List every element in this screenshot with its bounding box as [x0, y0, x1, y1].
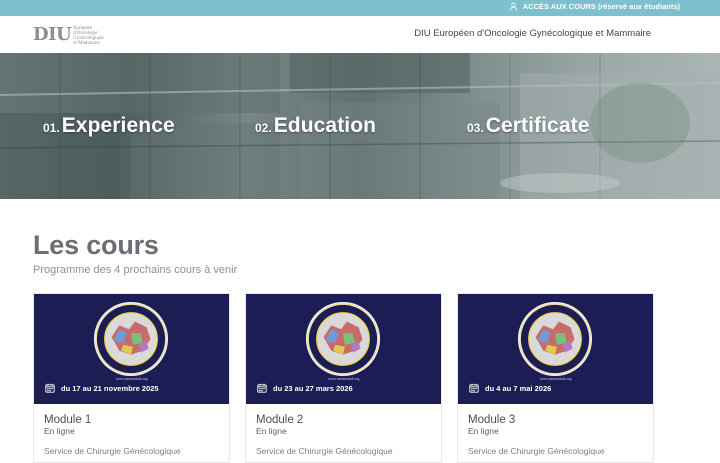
university-seal-icon: [517, 301, 593, 377]
module-mode: En ligne: [44, 426, 75, 436]
course-access-link[interactable]: ACCÈS AUX COURS (réservé aux étudiants): [509, 2, 680, 11]
course-card-image: www.mausonud.org du 4 au 7 mai 2026: [458, 294, 653, 404]
seal-url: www.mausonud.org: [115, 376, 148, 381]
site-header: DIU Européen d'Oncologie Gynécologique e…: [0, 16, 720, 53]
university-seal-icon: [93, 301, 169, 377]
courses-title: Les cours: [33, 230, 159, 260]
logo-line: et Mammaire: [73, 41, 101, 46]
calendar-icon: [257, 383, 267, 393]
module-service: Service de Chirurgie Génécologique: [468, 446, 605, 456]
module-mode: En ligne: [468, 426, 499, 436]
user-icon: [509, 2, 518, 11]
hero-banner: 01.Experience 02.Education 03.Certificat…: [0, 53, 720, 199]
top-access-bar: ACCÈS AUX COURS (réservé aux étudiants): [0, 0, 720, 16]
courses-subtitle: Programme des 4 prochains cours à venir: [33, 264, 238, 276]
course-date: du 4 au 7 mai 2026: [485, 383, 552, 393]
hero-item-education: 02.Education: [255, 114, 376, 138]
nav-home-link[interactable]: DIU Européen d'Oncologie Gynécologique e…: [414, 28, 651, 39]
hero-item-label: Certificate: [485, 114, 590, 137]
hero-item-certificate: 03.Certificate: [467, 114, 590, 138]
course-date-row: du 4 au 7 mai 2026: [469, 383, 551, 393]
module-mode: En ligne: [256, 426, 287, 436]
module-title[interactable]: Module 3: [468, 414, 605, 426]
course-card-image: www.mausonud.org du 23 au 27 mars 2026: [246, 294, 441, 404]
module-title[interactable]: Module 1: [44, 414, 181, 426]
course-access-label: ACCÈS AUX COURS (réservé aux étudiants): [522, 2, 680, 11]
course-date: du 17 au 21 novembre 2025: [61, 383, 159, 393]
hero-item-label: Education: [273, 114, 377, 137]
course-card-module-3[interactable]: www.mausonud.org du 4 au 7 mai 2026 Modu…: [457, 293, 654, 463]
site-logo[interactable]: DIU Européen d'Oncologie Gynécologique e…: [33, 24, 115, 47]
hero-item-number: 03.: [467, 121, 484, 135]
course-date-row: du 23 au 27 mars 2026: [257, 383, 353, 393]
seal-url: www.mausonud.org: [539, 376, 572, 381]
logo-mark: DIU: [33, 24, 72, 45]
university-seal-icon: [305, 301, 381, 377]
hero-item-experience: 01.Experience: [43, 114, 175, 138]
course-card-image: www.mausonud.org du 17 au 21 novembre 20…: [34, 294, 229, 404]
course-card-module-2[interactable]: www.mausonud.org du 23 au 27 mars 2026 M…: [245, 293, 442, 463]
seal-url: www.mausonud.org: [327, 376, 360, 381]
course-date: du 23 au 27 mars 2026: [273, 383, 353, 393]
hero-item-number: 01.: [43, 121, 60, 135]
module-service: Service de Chirurgie Génécologique: [44, 446, 181, 456]
hero-item-number: 02.: [255, 121, 272, 135]
module-title[interactable]: Module 2: [256, 414, 393, 426]
course-date-row: du 17 au 21 novembre 2025: [45, 383, 159, 393]
hero-item-label: Experience: [61, 114, 175, 137]
calendar-icon: [469, 383, 479, 393]
module-service: Service de Chirurgie Génécologique: [256, 446, 393, 456]
logo-text: Européen d'Oncologie Gynécologique et Ma…: [73, 25, 115, 46]
calendar-icon: [45, 383, 55, 393]
course-card-module-1[interactable]: www.mausonud.org du 17 au 21 novembre 20…: [33, 293, 230, 463]
